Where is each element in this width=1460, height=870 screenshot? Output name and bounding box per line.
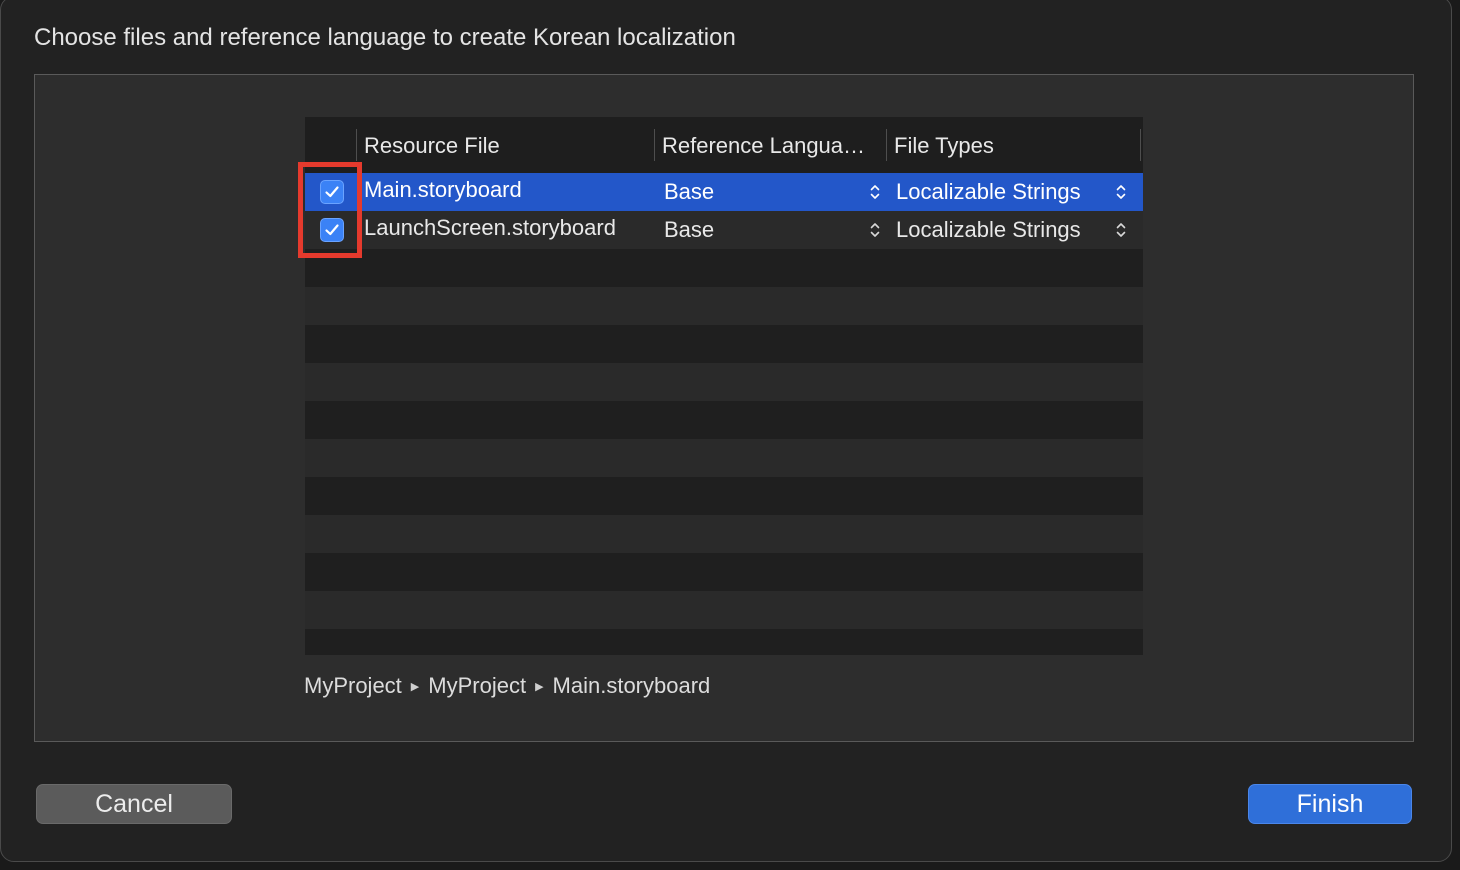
empty-row <box>305 401 1143 439</box>
column-separator <box>654 129 655 161</box>
empty-row <box>305 287 1143 325</box>
empty-row <box>305 553 1143 591</box>
cancel-button[interactable]: Cancel <box>36 784 232 824</box>
empty-row <box>305 515 1143 553</box>
file-type-popup[interactable]: Localizable Strings <box>896 217 1081 243</box>
path-segment: MyProject <box>304 673 402 698</box>
table-row[interactable]: Main.storyboard Base Localizable Strings <box>305 173 1143 211</box>
empty-row <box>305 249 1143 287</box>
column-separator <box>356 129 357 161</box>
resource-file-name: LaunchScreen.storyboard <box>364 215 616 240</box>
include-checkbox-main-storyboard[interactable] <box>320 180 344 204</box>
resource-table: Resource File Reference Langua… File Typ… <box>305 117 1143 655</box>
file-type-popup[interactable]: Localizable Strings <box>896 179 1081 205</box>
column-header-reference-language[interactable]: Reference Langua… <box>662 133 877 159</box>
include-checkbox-launchscreen-storyboard[interactable] <box>320 218 344 242</box>
empty-row <box>305 439 1143 477</box>
path-separator-arrow-icon: ▶ <box>410 680 420 693</box>
table-row[interactable]: LaunchScreen.storyboard Base Localizable… <box>305 211 1143 249</box>
reference-language-popup[interactable]: Base <box>664 217 714 243</box>
popup-chevron-up-down-icon[interactable] <box>1115 183 1127 201</box>
table-header: Resource File Reference Langua… File Typ… <box>305 117 1143 173</box>
path-segment: Main.storyboard <box>552 673 711 698</box>
column-header-file-types[interactable]: File Types <box>894 133 1134 159</box>
empty-row <box>305 629 1143 655</box>
resource-file-name: Main.storyboard <box>364 177 522 202</box>
file-path-breadcrumb: MyProject ▶ MyProject ▶ Main.storyboard <box>304 673 710 699</box>
path-separator-arrow-icon: ▶ <box>535 680 544 693</box>
dialog-title: Choose files and reference language to c… <box>34 24 736 51</box>
popup-chevron-up-down-icon[interactable] <box>869 183 881 201</box>
checkmark-icon <box>325 186 339 198</box>
column-separator <box>1140 129 1141 161</box>
popup-chevron-up-down-icon[interactable] <box>869 221 881 239</box>
empty-row <box>305 477 1143 515</box>
empty-row <box>305 363 1143 401</box>
checkmark-icon <box>325 224 339 236</box>
path-segment: MyProject <box>428 673 527 698</box>
finish-button[interactable]: Finish <box>1248 784 1412 824</box>
empty-row <box>305 591 1143 629</box>
popup-chevron-up-down-icon[interactable] <box>1115 221 1127 239</box>
reference-language-popup[interactable]: Base <box>664 179 714 205</box>
column-separator <box>886 129 887 161</box>
column-header-resource-file[interactable]: Resource File <box>364 133 644 159</box>
empty-row <box>305 325 1143 363</box>
